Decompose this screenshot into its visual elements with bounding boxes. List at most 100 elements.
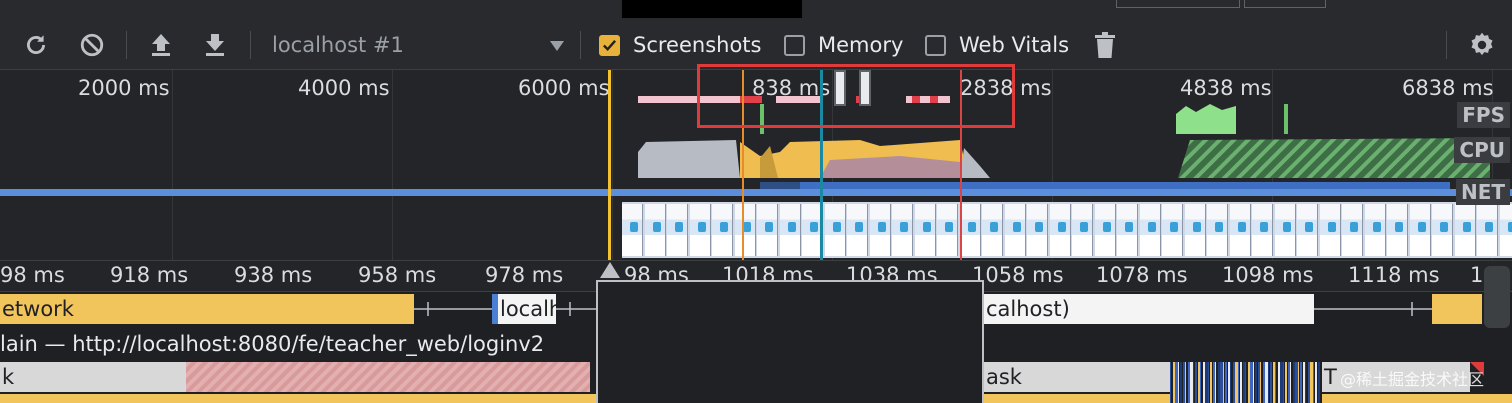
reload-icon[interactable] [21, 30, 51, 60]
screenshot-thumbnail[interactable] [869, 204, 891, 256]
screenshot-thumbnail[interactable] [1342, 204, 1363, 256]
screenshots-label: Screenshots [633, 33, 762, 57]
screenshot-thumbnail[interactable] [667, 204, 688, 256]
net-lane-label: NET [1455, 179, 1510, 205]
screenshot-thumbnail[interactable] [1139, 204, 1161, 256]
task-bar[interactable]: k [0, 362, 186, 392]
tab-strip [0, 0, 1512, 20]
chevron-down-icon [550, 41, 564, 51]
screenshot-thumbnail[interactable] [712, 204, 733, 256]
active-tab[interactable] [622, 0, 802, 18]
screenshot-thumbnail[interactable] [892, 204, 913, 256]
localhost-document-bar[interactable]: calhost) [984, 294, 1314, 324]
trash-icon[interactable] [1090, 30, 1120, 60]
tab-control[interactable] [1244, 0, 1326, 8]
screenshot-thumbnail[interactable] [1094, 204, 1116, 256]
screenshot-filmstrip[interactable] [622, 202, 1512, 258]
screenshot-thumbnail[interactable] [1364, 204, 1386, 256]
thumbnail-figure [1215, 222, 1223, 232]
screenshot-thumbnail[interactable] [1319, 204, 1341, 256]
target-select[interactable]: localhost #1 [272, 30, 568, 60]
task-stripe [1177, 362, 1179, 403]
upload-icon[interactable] [146, 30, 176, 60]
gear-icon[interactable] [1467, 30, 1497, 60]
toolbar-separator [250, 31, 251, 59]
screenshot-thumbnail[interactable] [1049, 204, 1071, 256]
screenshot-thumbnail[interactable] [1004, 204, 1026, 256]
memory-label: Memory [818, 33, 904, 57]
thumbnail-figure [652, 222, 661, 232]
flame-scrollbar[interactable] [1484, 266, 1510, 328]
ruler-tick: 1 [1470, 263, 1484, 287]
task-stripe [1200, 362, 1201, 403]
screenshot-thumbnail[interactable] [1229, 204, 1251, 256]
screenshot-thumbnail[interactable] [959, 204, 981, 256]
thumbnail-figure [967, 222, 976, 232]
checkmark-icon[interactable] [599, 34, 620, 56]
thumbnail-figure [697, 222, 706, 232]
screenshot-thumbnail[interactable] [622, 204, 643, 256]
thumbnail-figure [832, 222, 841, 232]
screenshot-tooltip [596, 280, 984, 403]
screenshot-thumbnail[interactable] [734, 204, 756, 256]
screenshot-thumbnail[interactable] [1297, 204, 1318, 256]
screenshot-thumbnail[interactable] [644, 204, 666, 256]
screenshots-checkbox[interactable]: Screenshots [599, 32, 761, 58]
timeline-overview[interactable]: 2000 ms 4000 ms 6000 ms 838 ms 2838 ms 4… [0, 64, 1512, 260]
task-stripe [1245, 362, 1246, 403]
long-task-bar[interactable] [186, 362, 590, 392]
task-stripe [1222, 362, 1224, 403]
screenshot-thumbnail[interactable] [937, 204, 958, 256]
script-bar-far[interactable] [1322, 394, 1512, 403]
screenshot-thumbnail[interactable] [1274, 204, 1296, 256]
thumbnail-figure [810, 222, 818, 232]
screenshot-thumbnail[interactable] [982, 204, 1003, 256]
screenshot-thumbnail[interactable] [1454, 204, 1476, 256]
watermark: @稀土掘金技术社区 [1340, 370, 1485, 389]
screenshot-thumbnail[interactable] [847, 204, 868, 256]
script-bar-right[interactable] [984, 394, 1170, 403]
download-icon[interactable] [200, 30, 230, 60]
localhost-request-bar[interactable]: localh [492, 294, 556, 324]
tab-control[interactable] [1116, 0, 1240, 8]
network-bar-right[interactable] [1432, 294, 1482, 324]
web-vitals-checkbox[interactable]: Web Vitals [925, 32, 1069, 58]
thumbnail-figure [1192, 222, 1201, 232]
screenshot-thumbnail[interactable] [1409, 204, 1431, 256]
screenshot-thumbnail[interactable] [1027, 204, 1048, 256]
screenshot-thumbnail[interactable] [1072, 204, 1093, 256]
screenshot-thumbnail[interactable] [1252, 204, 1273, 256]
thumbnail-figure [1057, 222, 1066, 232]
clear-icon[interactable] [77, 30, 107, 60]
screenshot-thumbnail[interactable] [914, 204, 936, 256]
task-stripe [1237, 362, 1239, 403]
screenshot-thumbnail[interactable] [1207, 204, 1228, 256]
memory-checkbox[interactable]: Memory [784, 32, 903, 58]
thumbnail-figure [675, 222, 683, 232]
ruler-tick: 1118 ms [1348, 263, 1440, 287]
ruler-tick: 98 ms [0, 263, 65, 287]
checkbox-box[interactable] [784, 34, 805, 56]
screenshot-thumbnail[interactable] [1162, 204, 1183, 256]
task-stripe [1312, 362, 1314, 403]
screenshot-thumbnail[interactable] [1387, 204, 1408, 256]
screenshot-thumbnail[interactable] [1184, 204, 1206, 256]
screenshot-thumbnail[interactable] [1499, 204, 1512, 256]
screenshot-thumbnail[interactable] [1432, 204, 1453, 256]
screenshot-thumbnail[interactable] [757, 204, 778, 256]
tooltip-pointer [600, 262, 620, 278]
screenshot-thumbnail[interactable] [824, 204, 846, 256]
screenshot-thumbnail[interactable] [779, 204, 801, 256]
screenshot-thumbnail[interactable] [1477, 204, 1498, 256]
thumbnail-figure [922, 222, 931, 232]
task-bar-right[interactable]: ask [984, 362, 1170, 392]
toolbar-separator [580, 31, 581, 59]
ruler-tick: 938 ms [234, 263, 313, 287]
task-stripe [1317, 362, 1320, 403]
screenshot-thumbnail[interactable] [1117, 204, 1138, 256]
script-bar[interactable] [0, 394, 596, 403]
thumbnail-figure [1395, 222, 1403, 232]
screenshot-thumbnail[interactable] [689, 204, 711, 256]
checkbox-box[interactable] [925, 34, 946, 56]
thumbnail-figure [1462, 222, 1471, 232]
